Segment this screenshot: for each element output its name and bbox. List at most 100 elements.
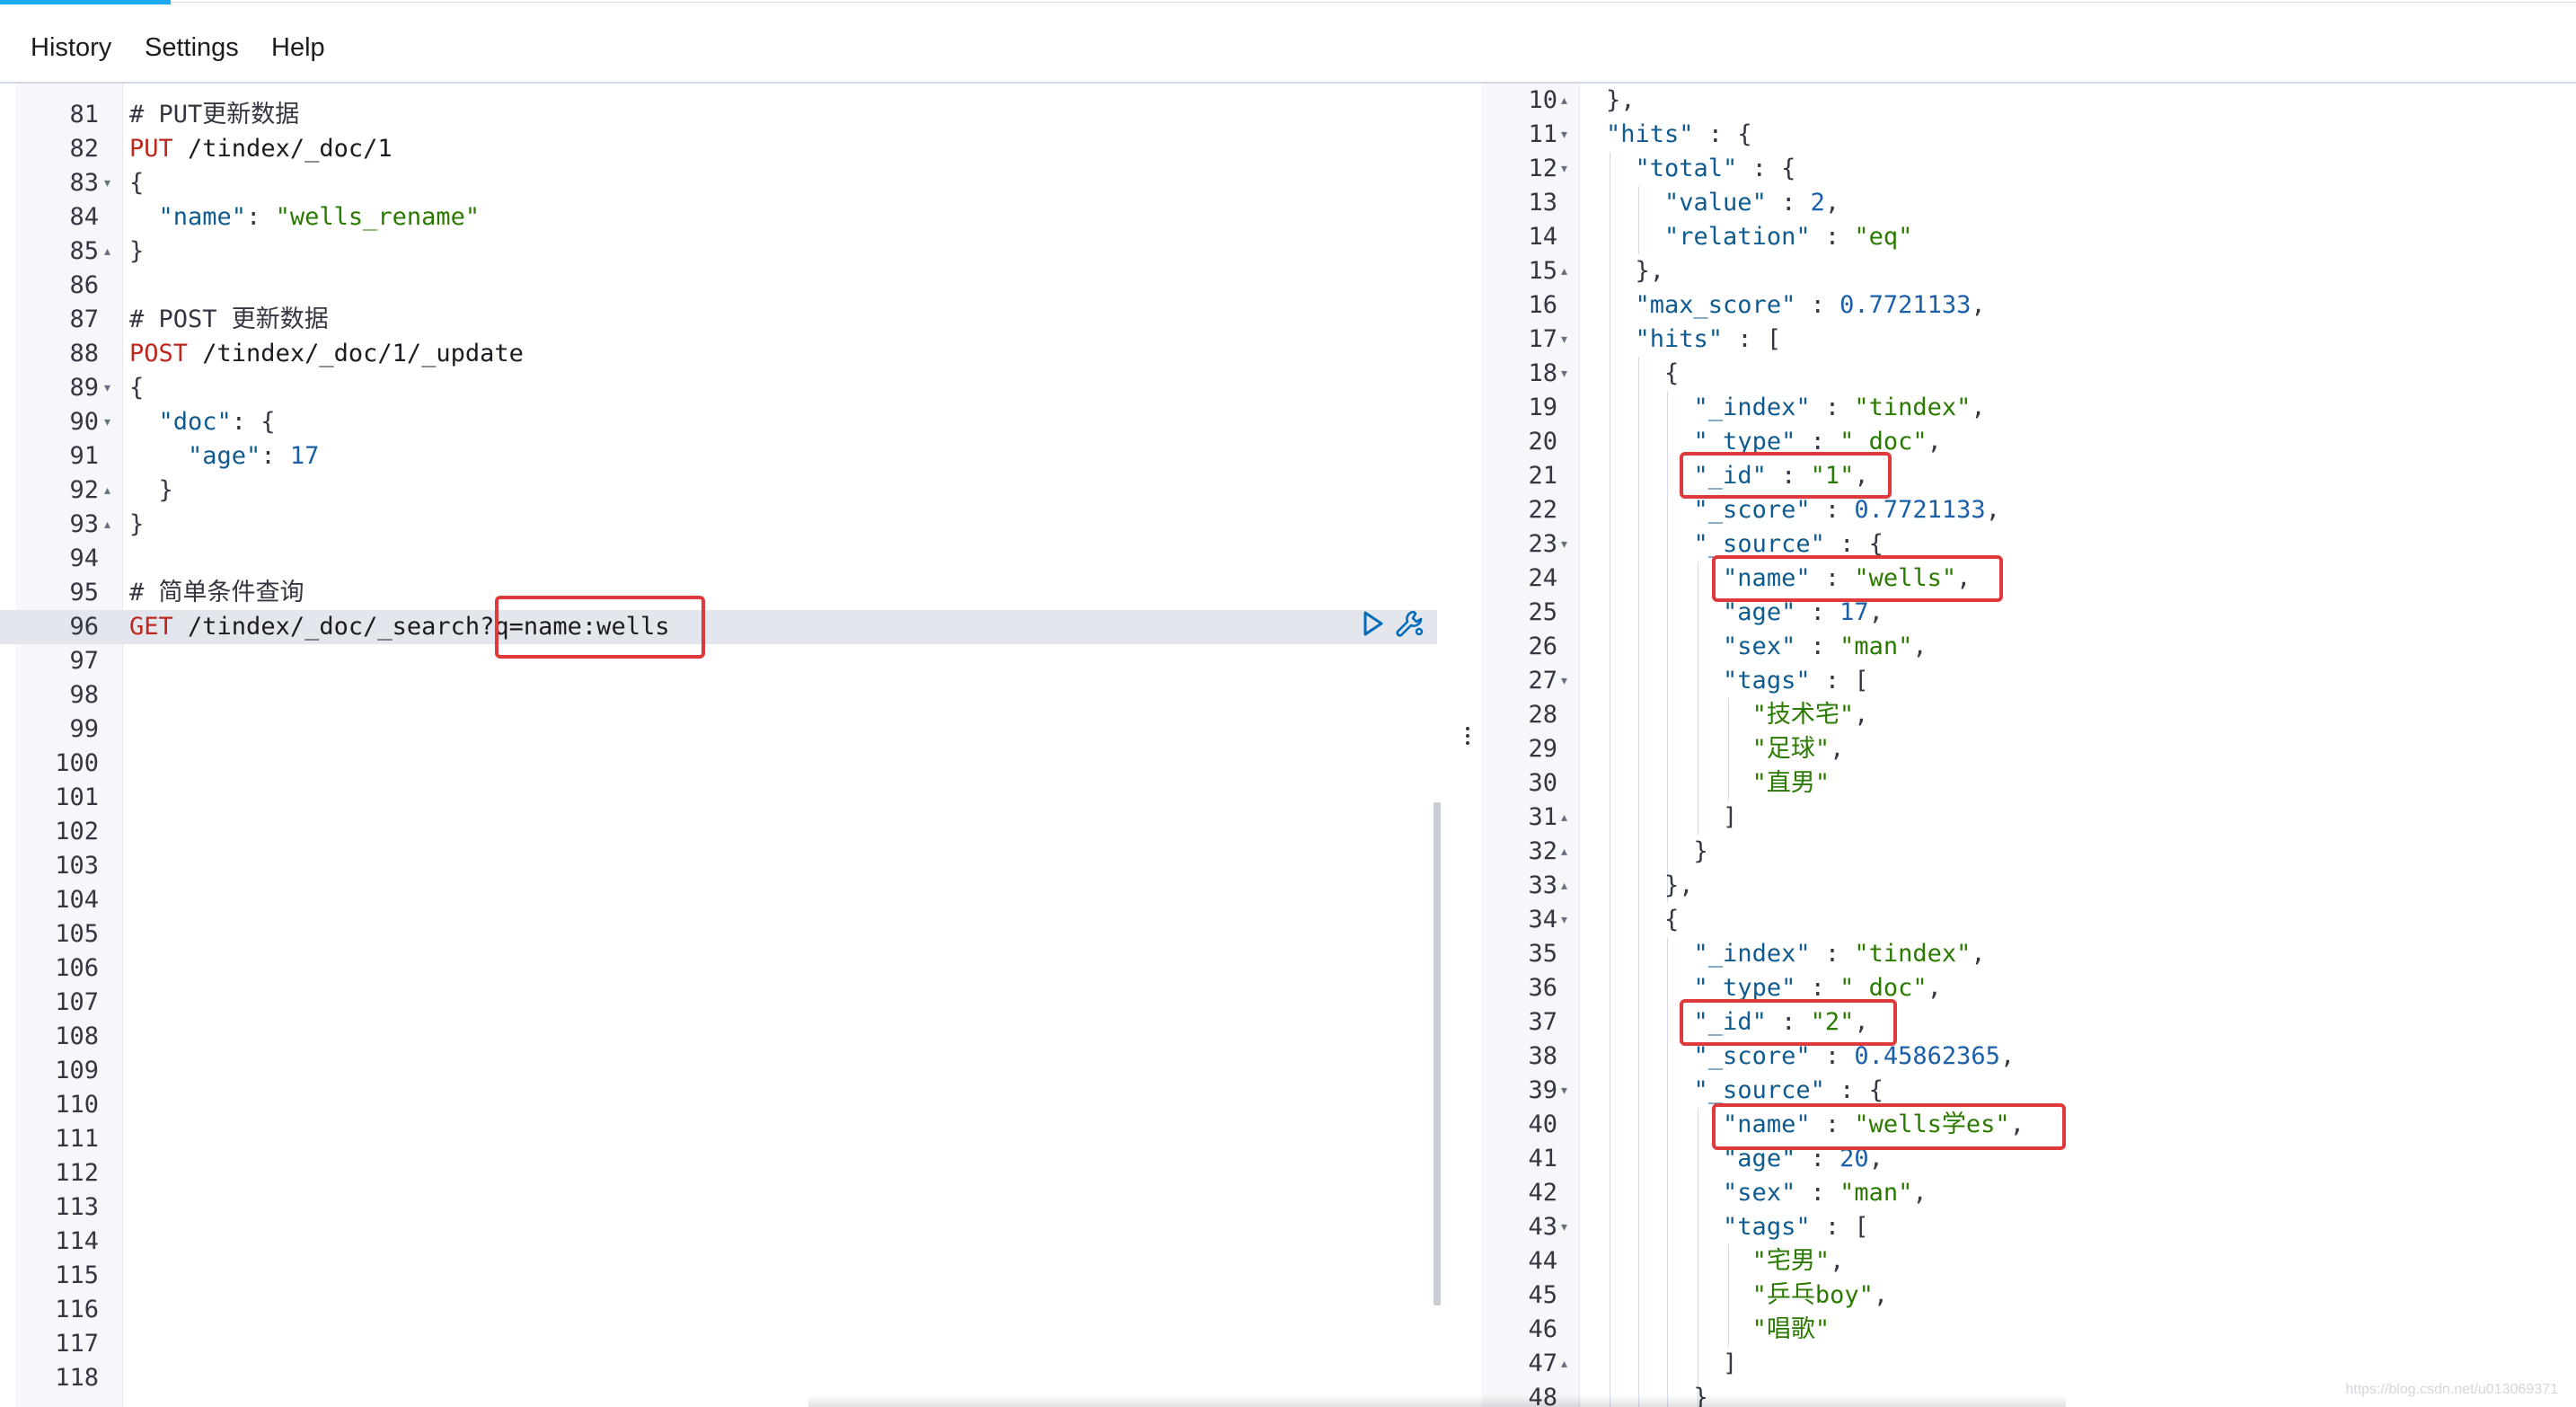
menu-settings[interactable]: Settings [145,33,239,63]
code-line[interactable]: 106 [0,951,1437,986]
code-line[interactable]: 11 ▾ "hits" : { [1482,118,2576,152]
code-line[interactable]: 26 "sex" : "man", [1482,630,2576,664]
code-line[interactable]: 22 "_score" : 0.7721133, [1482,493,2576,527]
fold-collapse-icon[interactable]: ▾ [1561,1074,1567,1108]
code-line[interactable]: 23 ▾ "_source" : { [1482,527,2576,562]
fold-expand-icon[interactable]: ▴ [1561,84,1567,118]
pane-resize-handle[interactable] [1455,84,1482,1407]
code-line[interactable]: 17 ▾ "hits" : [ [1482,323,2576,357]
code-line[interactable]: 47 ▴ ] [1482,1347,2576,1381]
code-line[interactable]: 92 ▴ } [0,473,1437,508]
code-line[interactable]: 27 ▾ "tags" : [ [1482,664,2576,698]
code-line[interactable]: 32 ▴ } [1482,835,2576,869]
code-line[interactable]: 38 "_score" : 0.45862365, [1482,1040,2576,1074]
code-line[interactable]: 91 "age": 17 [0,439,1437,473]
code-line[interactable]: 33 ▴ }, [1482,869,2576,903]
code-line[interactable]: 102 [0,815,1437,849]
code-line[interactable]: 95 # 简单条件查询 [0,576,1437,610]
code-line[interactable]: 19 "_index" : "tindex", [1482,391,2576,425]
fold-expand-icon[interactable]: ▴ [1561,835,1567,869]
fold-collapse-icon[interactable]: ▾ [1561,1210,1567,1244]
code-line[interactable]: 86 [0,269,1437,303]
code-line[interactable]: 20 "_type" : "_doc", [1482,425,2576,459]
code-line[interactable]: 84 "name": "wells_rename" [0,200,1437,234]
fold-expand-icon[interactable]: ▴ [1561,254,1567,288]
code-line[interactable]: 45 "乒乓boy", [1482,1279,2576,1313]
code-line-active[interactable]: 96 GET /tindex/_doc/_search?q=name:wells [0,610,1437,644]
code-line[interactable]: 101 [0,781,1437,815]
code-line[interactable]: 117 [0,1327,1437,1361]
code-line[interactable]: 81 # PUT更新数据 [0,98,1437,132]
code-line[interactable]: 100 [0,747,1437,781]
code-line[interactable]: 97 [0,644,1437,678]
code-line[interactable]: 13 "value" : 2, [1482,186,2576,220]
code-line[interactable]: 115 [0,1259,1437,1293]
code-line[interactable]: 113 [0,1190,1437,1225]
menu-history[interactable]: History [31,33,111,63]
fold-collapse-icon[interactable]: ▾ [104,166,110,200]
fold-expand-icon[interactable]: ▴ [104,473,110,508]
code-line[interactable]: 25 "age" : 17, [1482,596,2576,630]
code-line[interactable]: 103 [0,849,1437,883]
code-line[interactable]: 94 [0,542,1437,576]
code-line[interactable]: 18 ▾ { [1482,357,2576,391]
code-line[interactable]: 28 "技术宅", [1482,698,2576,732]
code-line[interactable]: 14 "relation" : "eq" [1482,220,2576,254]
request-editor[interactable]: 8081# PUT更新数据82PUT /tindex/_doc/183▾{84 … [0,84,1455,1407]
code-line[interactable]: 29 "足球", [1482,732,2576,766]
fold-collapse-icon[interactable]: ▾ [1561,118,1567,152]
code-line[interactable]: 82 PUT /tindex/_doc/1 [0,132,1437,166]
code-line[interactable]: 46 "唱歌" [1482,1313,2576,1347]
code-line[interactable]: 21 "_id" : "1", [1482,459,2576,493]
code-line[interactable]: 36 "_type" : "_doc", [1482,971,2576,1005]
fold-collapse-icon[interactable]: ▾ [104,371,110,405]
code-line[interactable]: 83 ▾ { [0,166,1437,200]
wrench-icon[interactable] [1394,608,1426,639]
code-line[interactable]: 98 [0,678,1437,712]
menu-help[interactable]: Help [271,33,325,63]
code-line[interactable]: 89 ▾ { [0,371,1437,405]
code-line[interactable]: 43 ▾ "tags" : [ [1482,1210,2576,1244]
code-line[interactable]: 30 "直男" [1482,766,2576,801]
code-line[interactable]: 31 ▴ ] [1482,801,2576,835]
code-line[interactable]: 40 "name" : "wells学es", [1482,1108,2576,1142]
code-line[interactable]: 35 "_index" : "tindex", [1482,937,2576,971]
fold-expand-icon[interactable]: ▴ [104,234,110,269]
fold-collapse-icon[interactable]: ▾ [1561,664,1567,698]
fold-expand-icon[interactable]: ▴ [1561,869,1567,903]
code-line[interactable]: 112 [0,1156,1437,1190]
code-line[interactable]: 44 "宅男", [1482,1244,2576,1279]
fold-expand-icon[interactable]: ▴ [104,508,110,542]
code-line[interactable]: 104 [0,883,1437,917]
code-line[interactable]: 93 ▴} [0,508,1437,542]
fold-collapse-icon[interactable]: ▾ [1561,903,1567,937]
response-viewer[interactable]: 10 ▴}, 11 ▾ "hits" : {12 ▾ "total" : {13 "val… [1482,84,2576,1407]
code-line[interactable]: 37 "_id" : "2", [1482,1005,2576,1040]
code-line[interactable]: 111 [0,1122,1437,1156]
code-line[interactable]: 41 "age" : 20, [1482,1142,2576,1176]
code-line[interactable]: 24 "name" : "wells", [1482,562,2576,596]
code-line[interactable]: 108 [0,1020,1437,1054]
code-line[interactable]: 39 ▾ "_source" : { [1482,1074,2576,1108]
fold-collapse-icon[interactable]: ▾ [1561,527,1567,562]
code-line[interactable]: 88 POST /tindex/_doc/1/_update [0,337,1437,371]
code-line[interactable]: 107 [0,986,1437,1020]
code-line[interactable]: 42 "sex" : "man", [1482,1176,2576,1210]
fold-collapse-icon[interactable]: ▾ [1561,323,1567,357]
code-line[interactable]: 114 [0,1225,1437,1259]
fold-collapse-icon[interactable]: ▾ [104,405,110,439]
request-editor-scrollbar[interactable] [1434,802,1441,1305]
code-line[interactable]: 34 ▾ { [1482,903,2576,937]
fold-collapse-icon[interactable]: ▾ [1561,152,1567,186]
code-line[interactable]: 10 ▴}, [1482,84,2576,118]
play-icon[interactable] [1362,610,1385,637]
fold-expand-icon[interactable]: ▴ [1561,801,1567,835]
code-line[interactable]: 85 ▴} [0,234,1437,269]
code-line[interactable]: 105 [0,917,1437,951]
fold-expand-icon[interactable]: ▴ [1561,1347,1567,1381]
code-line[interactable]: 16 "max_score" : 0.7721133, [1482,288,2576,323]
code-line[interactable]: 109 [0,1054,1437,1088]
code-line[interactable]: 110 [0,1088,1437,1122]
code-line[interactable]: 116 [0,1293,1437,1327]
fold-collapse-icon[interactable]: ▾ [1561,357,1567,391]
